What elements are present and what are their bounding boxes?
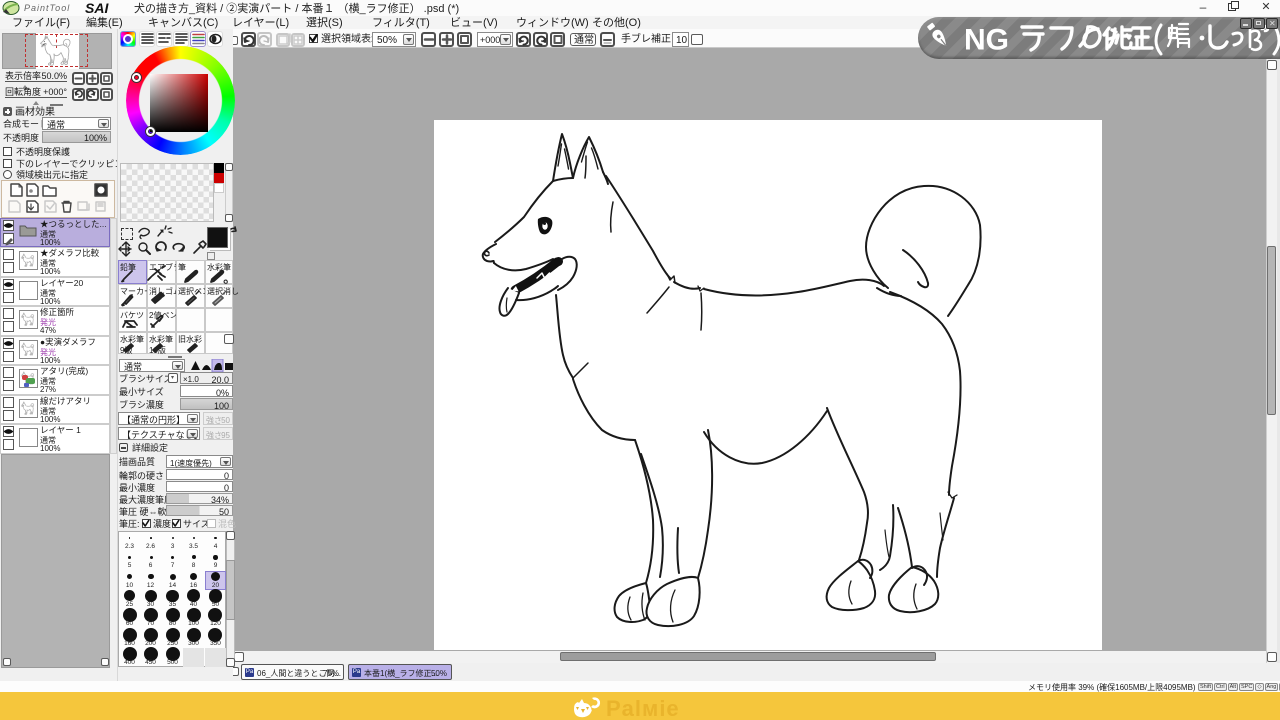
svg-text:Palмie: Palмie xyxy=(606,696,680,720)
svg-text:NG: NG xyxy=(964,24,1009,57)
